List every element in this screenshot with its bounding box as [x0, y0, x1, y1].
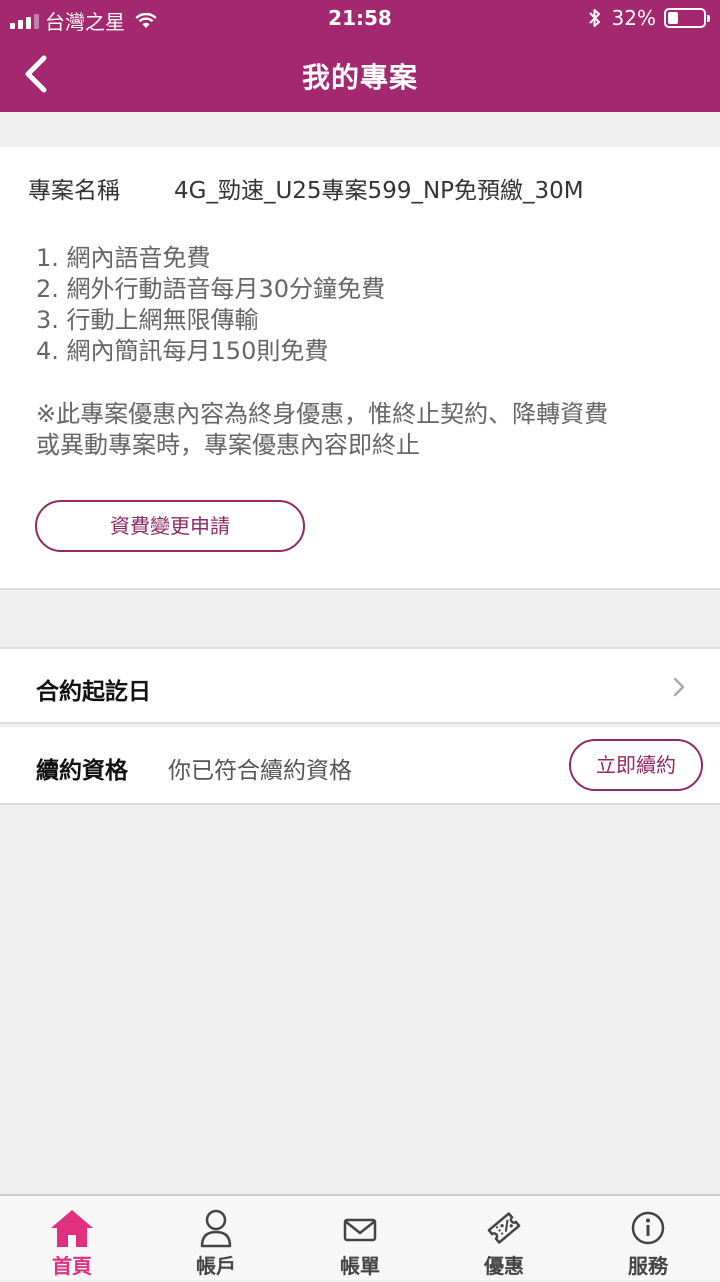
renewal-status: 你已符合續約資格 [168, 758, 352, 784]
renew-now-button[interactable]: 立即續約 [569, 739, 703, 791]
tab-label: 服務 [628, 1254, 668, 1278]
plan-note-line: 或異動專案時，專案優惠內容即終止 [36, 431, 420, 459]
tab-label: 帳戶 [196, 1254, 236, 1278]
coupon-icon [487, 1212, 521, 1244]
plan-note-line: ※此專案優惠內容為終身優惠，惟終止契約、降轉資費 [36, 400, 609, 428]
chevron-right-icon [673, 677, 685, 697]
battery-icon [664, 8, 710, 28]
contract-period-row[interactable]: 合約起訖日 [0, 647, 720, 724]
mail-icon [343, 1218, 377, 1242]
plan-name-value: 4G_勁速_U25專案599_NP免預繳_30M [174, 178, 584, 204]
tab-label: 帳單 [340, 1254, 380, 1278]
renewal-row: 續約資格 你已符合續約資格 立即續約 [0, 727, 720, 805]
tab-home[interactable]: 首頁 [0, 1196, 144, 1282]
home-icon [51, 1210, 93, 1247]
plan-note: ※此專案優惠內容為終身優惠，惟終止契約、降轉資費 或異動專案時，專案優惠內容即終… [36, 399, 686, 461]
tab-account[interactable]: 帳戶 [144, 1196, 288, 1282]
user-icon [200, 1209, 232, 1248]
battery-percent: 32% [611, 6, 656, 30]
page-title: 我的專案 [301, 61, 418, 94]
info-icon [631, 1211, 665, 1245]
feature-item: 2. 網外行動語音每月30分鐘免費 [36, 275, 386, 303]
feature-item: 1. 網內語音免費 [36, 244, 211, 272]
feature-item: 3. 行動上網無限傳輸 [36, 306, 259, 334]
tab-bar: 首頁 帳戶 帳單 優惠 服務 [0, 1194, 720, 1280]
tab-service[interactable]: 服務 [576, 1196, 720, 1282]
plan-features: 1. 網內語音免費 2. 網外行動語音每月30分鐘免費 3. 行動上網無限傳輸 … [36, 243, 385, 367]
top-bar: 台灣之星 21:58 32% 我的專案 [0, 0, 720, 112]
rate-change-button[interactable]: 資費變更申請 [35, 500, 305, 552]
plan-name-row: 專案名稱 4G_勁速_U25專案599_NP免預繳_30M [28, 171, 584, 205]
status-bar: 台灣之星 21:58 32% [0, 0, 720, 38]
tab-bill[interactable]: 帳單 [288, 1196, 432, 1282]
renewal-label: 續約資格 [36, 758, 128, 784]
nav-header: 我的專案 [0, 38, 720, 112]
contract-period-label: 合約起訖日 [36, 679, 151, 705]
feature-item: 4. 網內簡訊每月150則免費 [36, 337, 329, 365]
tab-offers[interactable]: 優惠 [432, 1196, 576, 1282]
plan-name-label: 專案名稱 [28, 178, 120, 204]
tab-label: 優惠 [484, 1254, 524, 1278]
bluetooth-icon [588, 9, 600, 27]
tab-label: 首頁 [52, 1254, 92, 1278]
plan-card: 專案名稱 4G_勁速_U25專案599_NP免預繳_30M 1. 網內語音免費 2… [0, 147, 720, 590]
